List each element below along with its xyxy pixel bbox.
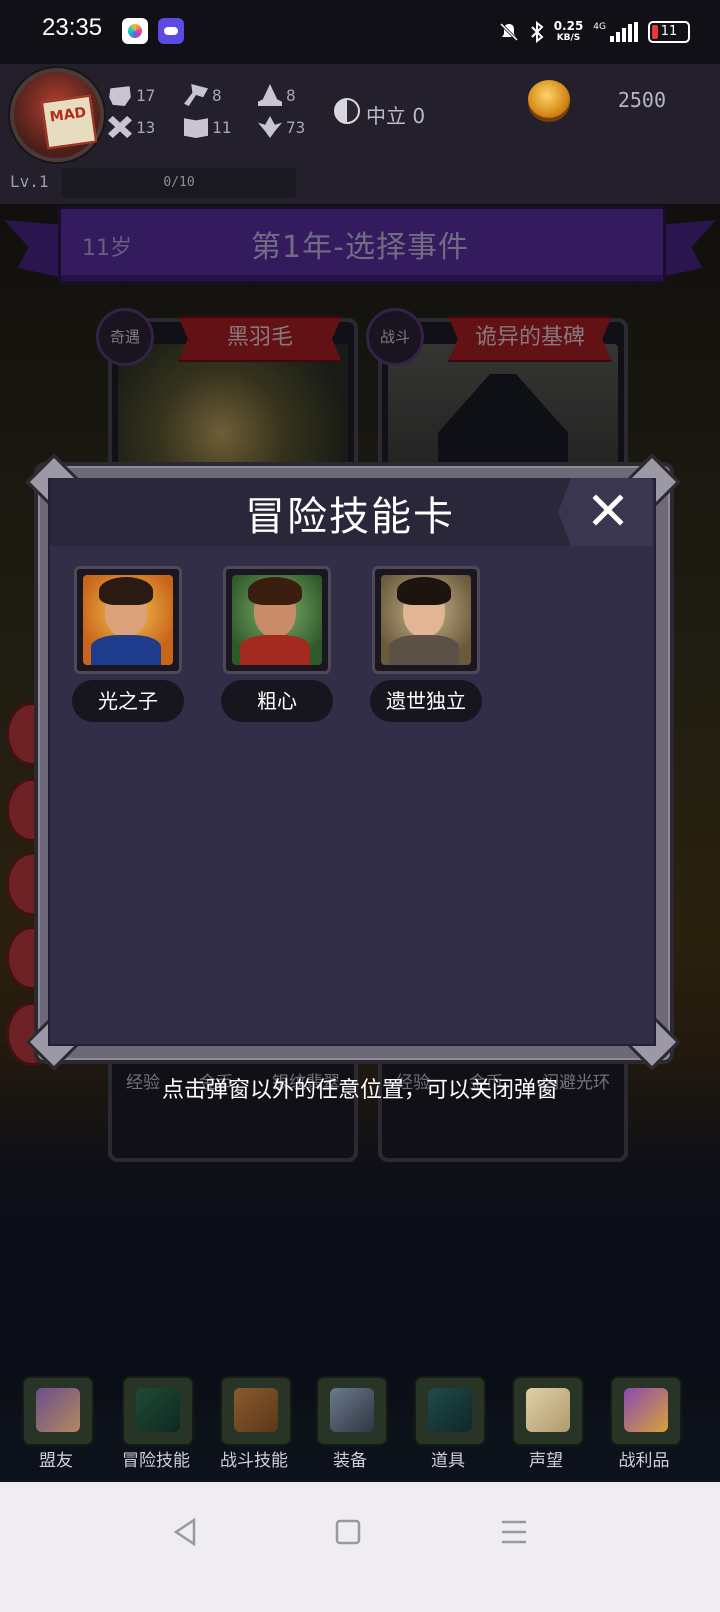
gold-coin-icon <box>528 80 570 118</box>
cross-icon <box>108 116 132 138</box>
skill-card[interactable]: 光之子 <box>72 566 186 726</box>
modal-body <box>48 478 656 1046</box>
bluetooth-icon <box>530 21 544 43</box>
mute-bell-icon <box>499 22 518 42</box>
skill-label: 粗心 <box>221 680 333 722</box>
nav-reputation[interactable]: 声望 <box>500 1376 592 1480</box>
stat-charm: 73 <box>258 116 305 138</box>
yin-yang-icon <box>334 98 360 124</box>
game-app-icon <box>158 18 184 44</box>
crossed-swords-icon <box>316 1376 388 1446</box>
skill-card[interactable]: 遗世独立 <box>370 566 484 726</box>
photos-app-icon <box>122 18 148 44</box>
status-time: 23:35 <box>42 14 103 41</box>
close-hint-text: 点击弹窗以外的任意位置，可以关闭弹窗 <box>161 1078 558 1103</box>
battery-icon: 11 <box>648 21 690 43</box>
backpack-icon <box>220 1376 292 1446</box>
alignment-value: 中立 0 <box>366 104 426 128</box>
pouch-icon <box>414 1376 486 1446</box>
nav-allies[interactable]: 盟友 <box>10 1376 102 1480</box>
skill-card[interactable]: 粗心 <box>221 566 335 726</box>
stat-knowledge: 11 <box>184 116 231 138</box>
hat-icon <box>258 84 282 106</box>
skill-portrait <box>372 566 480 674</box>
home-icon[interactable] <box>328 1512 368 1552</box>
stat-magic: 8 <box>258 84 296 106</box>
leaf-icon <box>258 116 282 138</box>
nav-adventure-skills[interactable]: 冒险技能 <box>110 1376 202 1480</box>
avatar-tag: MAD <box>40 94 98 150</box>
fist-icon <box>109 86 131 106</box>
nav-combat-skills[interactable]: 战斗技能 <box>208 1376 300 1480</box>
xp-progress-text: 0/10 <box>163 175 195 190</box>
stat-attack: 8 <box>184 84 222 106</box>
close-icon[interactable] <box>590 492 626 528</box>
nav-items[interactable]: 道具 <box>402 1376 494 1480</box>
gold-amount: 2500 <box>617 88 666 112</box>
stat-agility: 13 <box>108 116 155 138</box>
net-speed: 0.25 KB/S <box>553 19 584 43</box>
spellbook-icon <box>122 1376 194 1446</box>
stat-strength: 17 <box>108 84 155 106</box>
handshake-icon <box>22 1376 94 1446</box>
skill-portrait <box>74 566 182 674</box>
level-label: Lv.1 <box>10 172 49 191</box>
recents-menu-icon[interactable] <box>494 1512 534 1552</box>
nav-loot[interactable]: 战利品 <box>598 1376 690 1480</box>
book-icon <box>184 118 208 138</box>
skill-label: 光之子 <box>72 680 184 722</box>
scroll-icon <box>512 1376 584 1446</box>
axe-icon <box>184 84 208 106</box>
skill-label: 遗世独立 <box>370 680 482 722</box>
treasure-chest-icon <box>610 1376 682 1446</box>
back-icon[interactable] <box>166 1512 206 1552</box>
skill-portrait <box>223 566 331 674</box>
nav-equipment[interactable]: 装备 <box>304 1376 396 1480</box>
signal-strength-icon: 4G <box>593 22 638 42</box>
status-indicators: 0.25 KB/S 4G 11 <box>498 16 690 48</box>
